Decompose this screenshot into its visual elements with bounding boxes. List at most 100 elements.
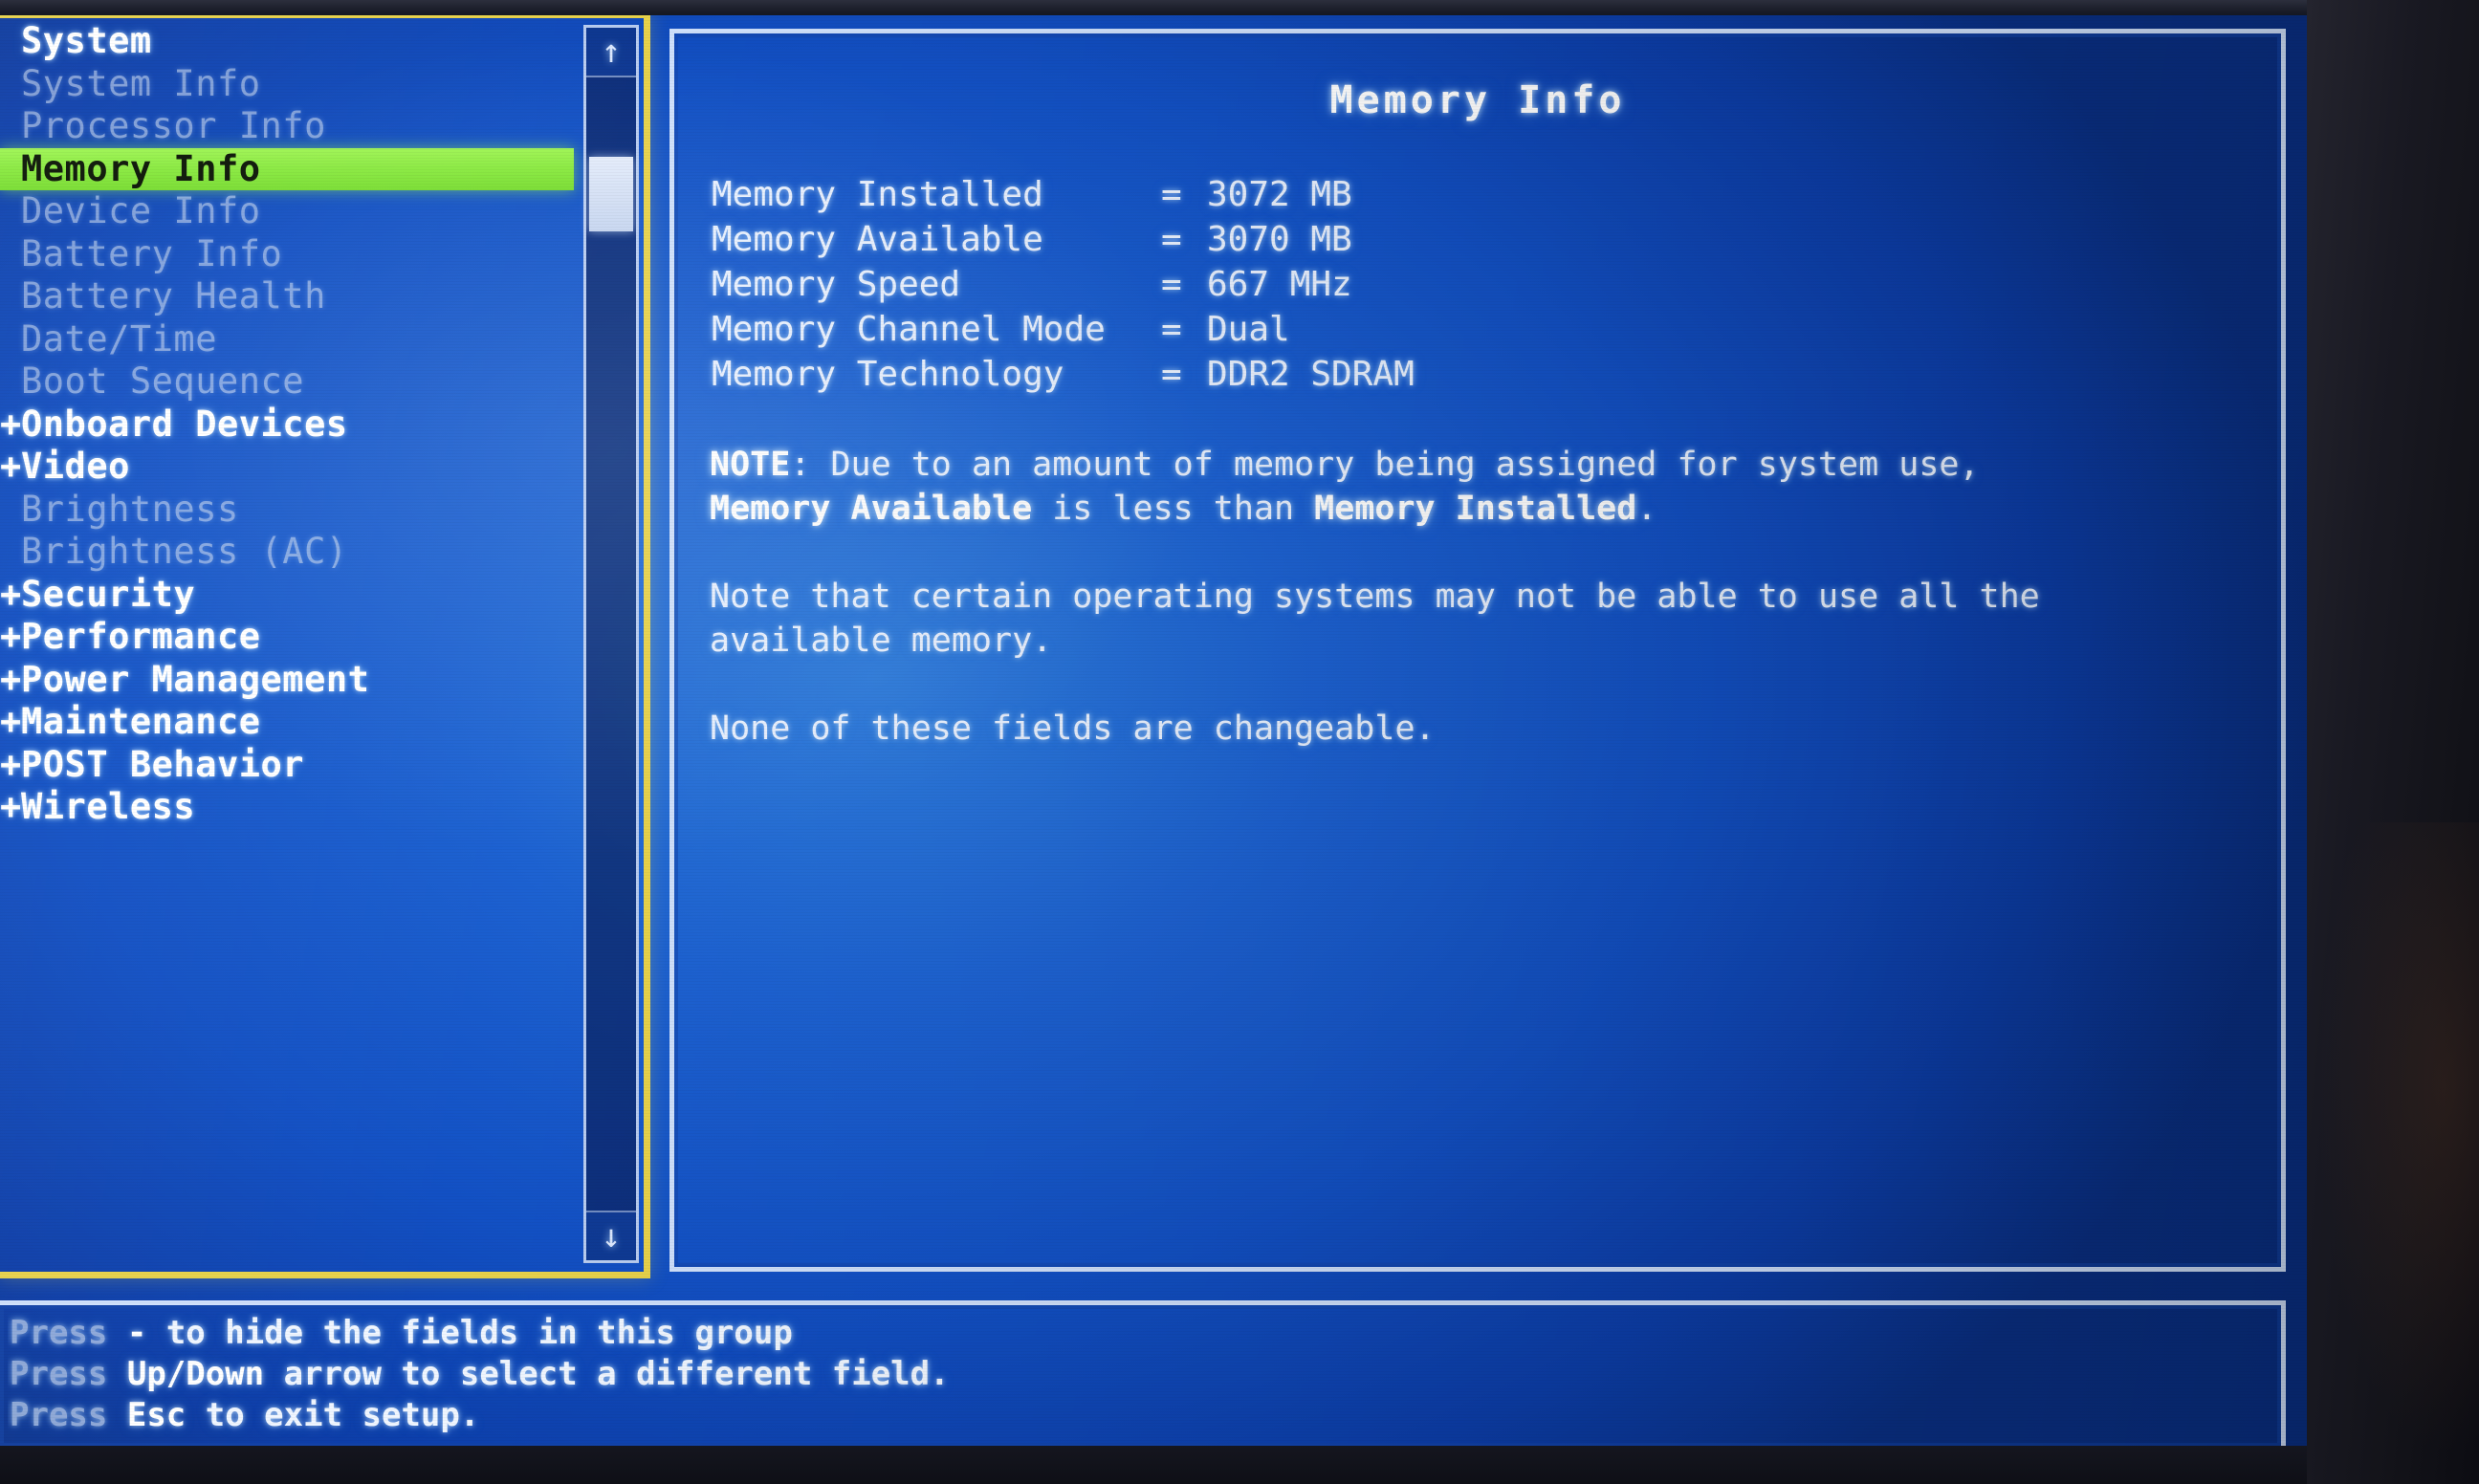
help-line1-key: -	[126, 1314, 147, 1352]
help-line3-rest: to exit setup.	[205, 1396, 480, 1434]
sidebar-item-performance[interactable]: +Performance	[0, 616, 574, 659]
sidebar-item-maintenance[interactable]: +Maintenance	[0, 701, 574, 744]
sidebar-item-power-management[interactable]: +Power Management	[0, 659, 574, 702]
monitor-bezel-top	[0, 0, 2479, 15]
sidebar-item-label: Brightness (AC)	[21, 531, 348, 572]
sidebar-item-label: Processor Info	[21, 105, 326, 146]
sidebar-item-system-info[interactable]: System Info	[0, 63, 574, 106]
field-equals-sign: =	[1161, 265, 1182, 304]
sidebar-item-wireless[interactable]: +Wireless	[0, 786, 574, 829]
field-value: DDR2 SDRAM	[1207, 355, 1415, 394]
help-line-exit-setup: Press Esc to exit setup.	[10, 1395, 2273, 1436]
sidebar-item-system[interactable]: System	[0, 20, 574, 63]
sidebar-item-label: POST Behavior	[21, 743, 305, 785]
help-line3-prefix: Press	[10, 1396, 108, 1434]
expand-plus-icon: +	[0, 573, 22, 615]
note-line2-mid: is less than	[1032, 490, 1315, 528]
sidebar-item-date-time[interactable]: Date/Time	[0, 318, 574, 361]
field-row: Memory Technology = DDR2 SDRAM	[712, 352, 2272, 397]
scroll-down-arrow-icon[interactable]: ↓	[586, 1211, 636, 1260]
scrollbar-track[interactable]	[586, 76, 636, 1212]
sidebar-item-post-behavior[interactable]: +POST Behavior	[0, 744, 574, 787]
sidebar-item-label: Power Management	[21, 658, 370, 700]
expand-plus-icon: +	[0, 743, 22, 785]
help-line2-key: Up/Down	[126, 1355, 265, 1393]
field-row: Memory Channel Mode = Dual	[712, 307, 2272, 352]
help-line1-rest: to hide the fields in this group	[165, 1314, 793, 1352]
note-paragraph: NOTE: Due to an amount of memory being a…	[710, 443, 2240, 531]
help-line2-prefix: Press	[10, 1355, 108, 1393]
sidebar-item-device-info[interactable]: Device Info	[0, 190, 574, 233]
sidebar-item-boot-sequence[interactable]: Boot Sequence	[0, 360, 574, 404]
sidebar-item-label: Battery Info	[21, 232, 283, 274]
sidebar-menu-panel[interactable]: System System Info Processor Info Memory…	[0, 11, 650, 1278]
expand-plus-icon: +	[0, 403, 22, 445]
field-row: Memory Available = 3070 MB	[712, 217, 2272, 262]
field-value: 667 MHz	[1207, 265, 1352, 304]
sidebar-item-brightness-ac[interactable]: Brightness (AC)	[0, 531, 574, 574]
bios-setup-screenshot: System System Info Processor Info Memory…	[0, 0, 2479, 1484]
os-memory-paragraph: Note that certain operating systems may …	[710, 578, 2040, 660]
main-content-inner: Memory Info Memory Installed = 3072 MB Memo…	[683, 42, 2272, 1258]
sidebar-item-label: Brightness	[21, 488, 239, 530]
sidebar-item-security[interactable]: +Security	[0, 574, 574, 617]
sidebar-item-label: Boot Sequence	[21, 360, 305, 402]
help-bar-panel: Press - to hide the fields in this group…	[0, 1300, 2286, 1451]
note-label: NOTE	[710, 446, 791, 484]
main-content-panel: Memory Info Memory Installed = 3072 MB Memo…	[669, 29, 2286, 1272]
sidebar-item-label: Memory Info	[21, 147, 261, 189]
expand-plus-icon: +	[0, 616, 22, 657]
scroll-up-arrow-icon[interactable]: ↑	[586, 28, 636, 77]
sidebar-item-label: Date/Time	[21, 317, 217, 360]
expand-plus-icon: +	[0, 701, 22, 742]
sidebar-item-onboard-devices[interactable]: +Onboard Devices	[0, 404, 574, 447]
sidebar-inner: System System Info Processor Info Memory…	[0, 18, 644, 1272]
field-value: 3070 MB	[1207, 220, 1352, 259]
sidebar-scrollbar[interactable]: ↑ ↓	[583, 25, 639, 1263]
sidebar-item-label: Device Info	[21, 190, 261, 231]
field-label: Memory Available	[712, 220, 1043, 259]
sidebar-item-label: Maintenance	[21, 701, 261, 742]
sidebar-item-battery-info[interactable]: Battery Info	[0, 233, 574, 276]
sidebar-item-label: Security	[21, 573, 196, 615]
expand-plus-icon: +	[0, 658, 22, 700]
sidebar-item-memory-info[interactable]: Memory Info	[0, 147, 574, 191]
sidebar-item-label: Video	[21, 446, 130, 487]
sidebar-item-video[interactable]: +Video	[0, 446, 574, 489]
field-equals-sign: =	[1161, 175, 1182, 214]
menu-indent-spacer	[0, 148, 21, 191]
sidebar-item-label: Wireless	[21, 786, 196, 827]
expand-plus-icon: +	[0, 446, 22, 487]
read-only-paragraph: None of these fields are changeable.	[710, 709, 1436, 748]
page-title: Memory Info	[1329, 78, 1626, 122]
help-line3-key: Esc	[126, 1396, 186, 1434]
field-value: 3072 MB	[1207, 175, 1352, 214]
memory-info-field-table: Memory Installed = 3072 MB Memory Available…	[712, 172, 2272, 397]
scrollbar-thumb[interactable]	[589, 157, 633, 231]
field-equals-sign: =	[1161, 355, 1182, 394]
sidebar-item-label: System Info	[21, 62, 261, 104]
monitor-bezel-bottom	[0, 1446, 2479, 1484]
sidebar-item-label: System	[21, 20, 152, 61]
note-line1-text: : Due to an amount of memory being assig…	[790, 446, 1980, 484]
sidebar-item-brightness[interactable]: Brightness	[0, 489, 574, 532]
field-label: Memory Speed	[712, 265, 961, 304]
help-line-select-field: Press Up/Down arrow to select a differen…	[10, 1354, 2273, 1395]
sidebar-item-processor-info[interactable]: Processor Info	[0, 105, 574, 148]
field-label: Memory Channel Mode	[712, 310, 1106, 349]
field-label: Memory Technology	[712, 355, 1064, 394]
monitor-bezel-right	[2307, 0, 2479, 1484]
sidebar-item-battery-health[interactable]: Battery Health	[0, 275, 574, 318]
field-equals-sign: =	[1161, 220, 1182, 259]
note-memory-available-emphasis: Memory Available	[710, 490, 1033, 528]
field-value: Dual	[1207, 310, 1290, 349]
bios-screen: System System Info Processor Info Memory…	[0, 11, 2307, 1461]
sidebar-item-label: Battery Health	[21, 275, 326, 316]
field-row: Memory Speed = 667 MHz	[712, 262, 2272, 307]
sidebar-item-label: Performance	[21, 616, 261, 657]
help-line-hide-fields: Press - to hide the fields in this group	[10, 1313, 2273, 1354]
field-row: Memory Installed = 3072 MB	[712, 172, 2272, 217]
expand-plus-icon: +	[0, 786, 22, 827]
bios-menu-tree[interactable]: System System Info Processor Info Memory…	[0, 20, 574, 829]
note-block: NOTE: Due to an amount of memory being a…	[710, 443, 2240, 751]
